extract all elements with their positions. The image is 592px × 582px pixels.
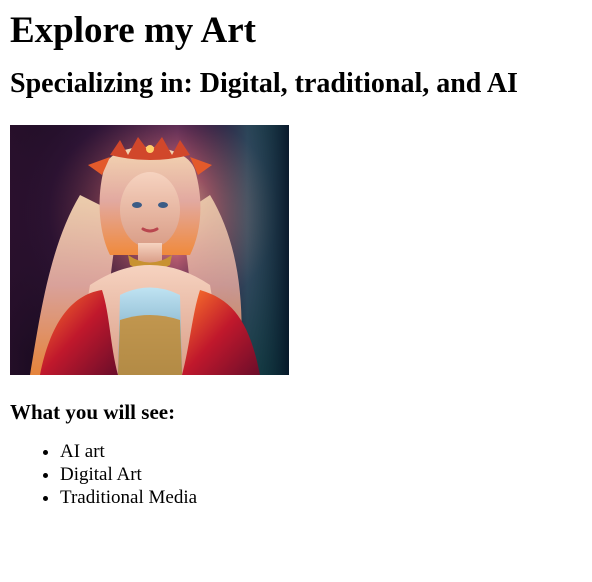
list-item: Digital Art bbox=[60, 463, 582, 486]
section-heading: What you will see: bbox=[10, 400, 176, 424]
art-types-list: AI art Digital Art Traditional Media bbox=[10, 440, 582, 509]
page-title: Explore my Art bbox=[10, 10, 256, 51]
list-item: AI art bbox=[60, 440, 582, 463]
page-subtitle: Specializing in: Digital, traditional, a… bbox=[10, 68, 518, 99]
featured-artwork-image bbox=[10, 125, 289, 375]
list-item: Traditional Media bbox=[60, 486, 582, 509]
